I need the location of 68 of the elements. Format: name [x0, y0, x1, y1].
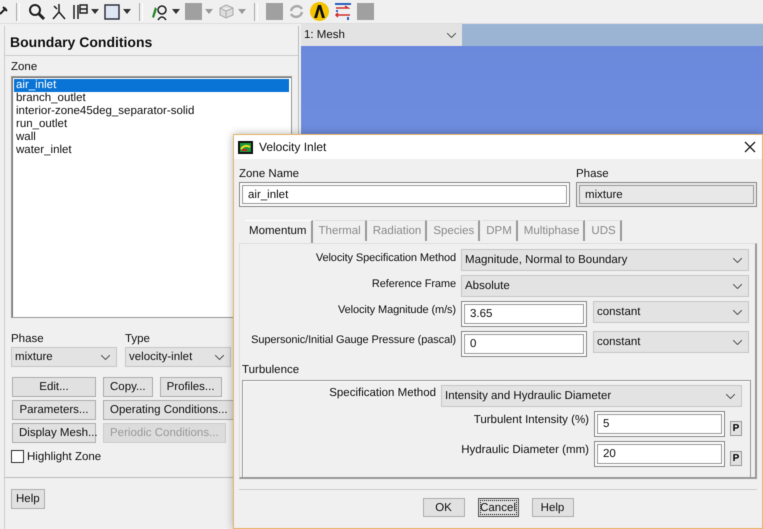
- panel-button[interactable]: Edit...: [12, 377, 96, 397]
- phase-label: Phase: [11, 332, 45, 347]
- field-label: Supersonic/Initial Gauge Pressure (pascal): [250, 333, 456, 346]
- field-label: Velocity Specification Method: [314, 251, 456, 264]
- phase-field[interactable]: mixture: [576, 182, 757, 207]
- dialog-button[interactable]: Help: [532, 498, 574, 517]
- field-label: Turbulent Intensity (%): [474, 413, 589, 426]
- parameter-button[interactable]: P: [730, 451, 742, 466]
- method-dropdown[interactable]: Absolute: [461, 275, 749, 297]
- caret-icon[interactable]: [91, 9, 99, 14]
- panel-button[interactable]: Display Mesh...: [12, 423, 96, 443]
- chevron-icon: [733, 310, 742, 314]
- field-label: Specification Method: [328, 386, 436, 399]
- zone-item[interactable]: run_outlet: [14, 118, 289, 131]
- field-label: Velocity Magnitude (m/s): [336, 303, 456, 316]
- field-label: Reference Frame: [370, 277, 456, 290]
- zone-item[interactable]: air_inlet: [14, 79, 289, 92]
- caret-icon[interactable]: [172, 9, 180, 14]
- parameter-button[interactable]: P: [730, 421, 742, 436]
- dialog-button[interactable]: Cancel: [478, 498, 518, 517]
- chevron-icon: [447, 32, 456, 38]
- window-icon[interactable]: [104, 4, 120, 20]
- panel-title: Boundary Conditions: [5, 26, 298, 56]
- app-icon: [238, 140, 253, 154]
- phase-dropdown[interactable]: mixture: [11, 347, 117, 367]
- axes-icon[interactable]: [51, 2, 67, 20]
- zone-item[interactable]: interior-zone45deg_separator-solid: [14, 105, 289, 118]
- layout-icon[interactable]: [72, 2, 88, 20]
- field-label: Hydraulic Diameter (mm): [461, 443, 589, 456]
- panel-button[interactable]: Profiles...: [160, 377, 222, 397]
- chevron-icon: [733, 340, 742, 344]
- view-dropdown[interactable]: 1: Mesh: [301, 24, 462, 46]
- caret-icon[interactable]: [123, 9, 131, 14]
- person-icon[interactable]: [151, 2, 169, 20]
- panel-button[interactable]: Parameters...: [12, 400, 96, 420]
- value-field[interactable]: 20: [594, 441, 725, 467]
- profile-dropdown[interactable]: constant: [593, 331, 749, 353]
- turbulence-label: Turbulence: [242, 363, 300, 378]
- dialog-title: Velocity Inlet: [259, 140, 328, 154]
- type-dropdown[interactable]: velocity-inlet: [125, 347, 231, 367]
- chevron-icon: [733, 258, 742, 262]
- swap-arrows-icon[interactable]: [334, 2, 352, 20]
- value-field[interactable]: 5: [594, 411, 725, 437]
- zone-item[interactable]: branch_outlet: [14, 92, 289, 105]
- tab[interactable]: Momentum: [245, 220, 313, 243]
- zone-name-field[interactable]: air_inlet: [239, 182, 570, 207]
- zoom-icon[interactable]: [28, 2, 46, 20]
- value-field[interactable]: 0: [461, 331, 587, 357]
- chevron-icon: [726, 394, 735, 398]
- method-dropdown[interactable]: Intensity and Hydraulic Diameter: [441, 385, 742, 407]
- panel-button[interactable]: Copy...: [103, 377, 153, 397]
- phase-label: Phase: [576, 167, 610, 182]
- logo-icon[interactable]: [310, 2, 329, 21]
- zone-name-label: Zone Name: [239, 167, 300, 182]
- method-dropdown[interactable]: Magnitude, Normal to Boundary: [461, 249, 749, 271]
- zone-label: Zone: [11, 60, 38, 75]
- chevron-icon: [101, 354, 110, 360]
- value-field[interactable]: 3.65: [461, 301, 587, 327]
- help-button[interactable]: Help: [11, 489, 45, 509]
- profile-dropdown[interactable]: constant: [593, 301, 749, 323]
- panel-button[interactable]: Operating Conditions...: [103, 400, 235, 420]
- dialog-button[interactable]: OK: [422, 498, 464, 517]
- chevron-icon: [215, 354, 224, 360]
- chevron-icon: [733, 284, 742, 288]
- highlight-checkbox[interactable]: [11, 450, 24, 463]
- close-icon[interactable]: [744, 141, 756, 153]
- highlight-label: Highlight Zone: [27, 450, 102, 462]
- type-label: Type: [125, 332, 151, 347]
